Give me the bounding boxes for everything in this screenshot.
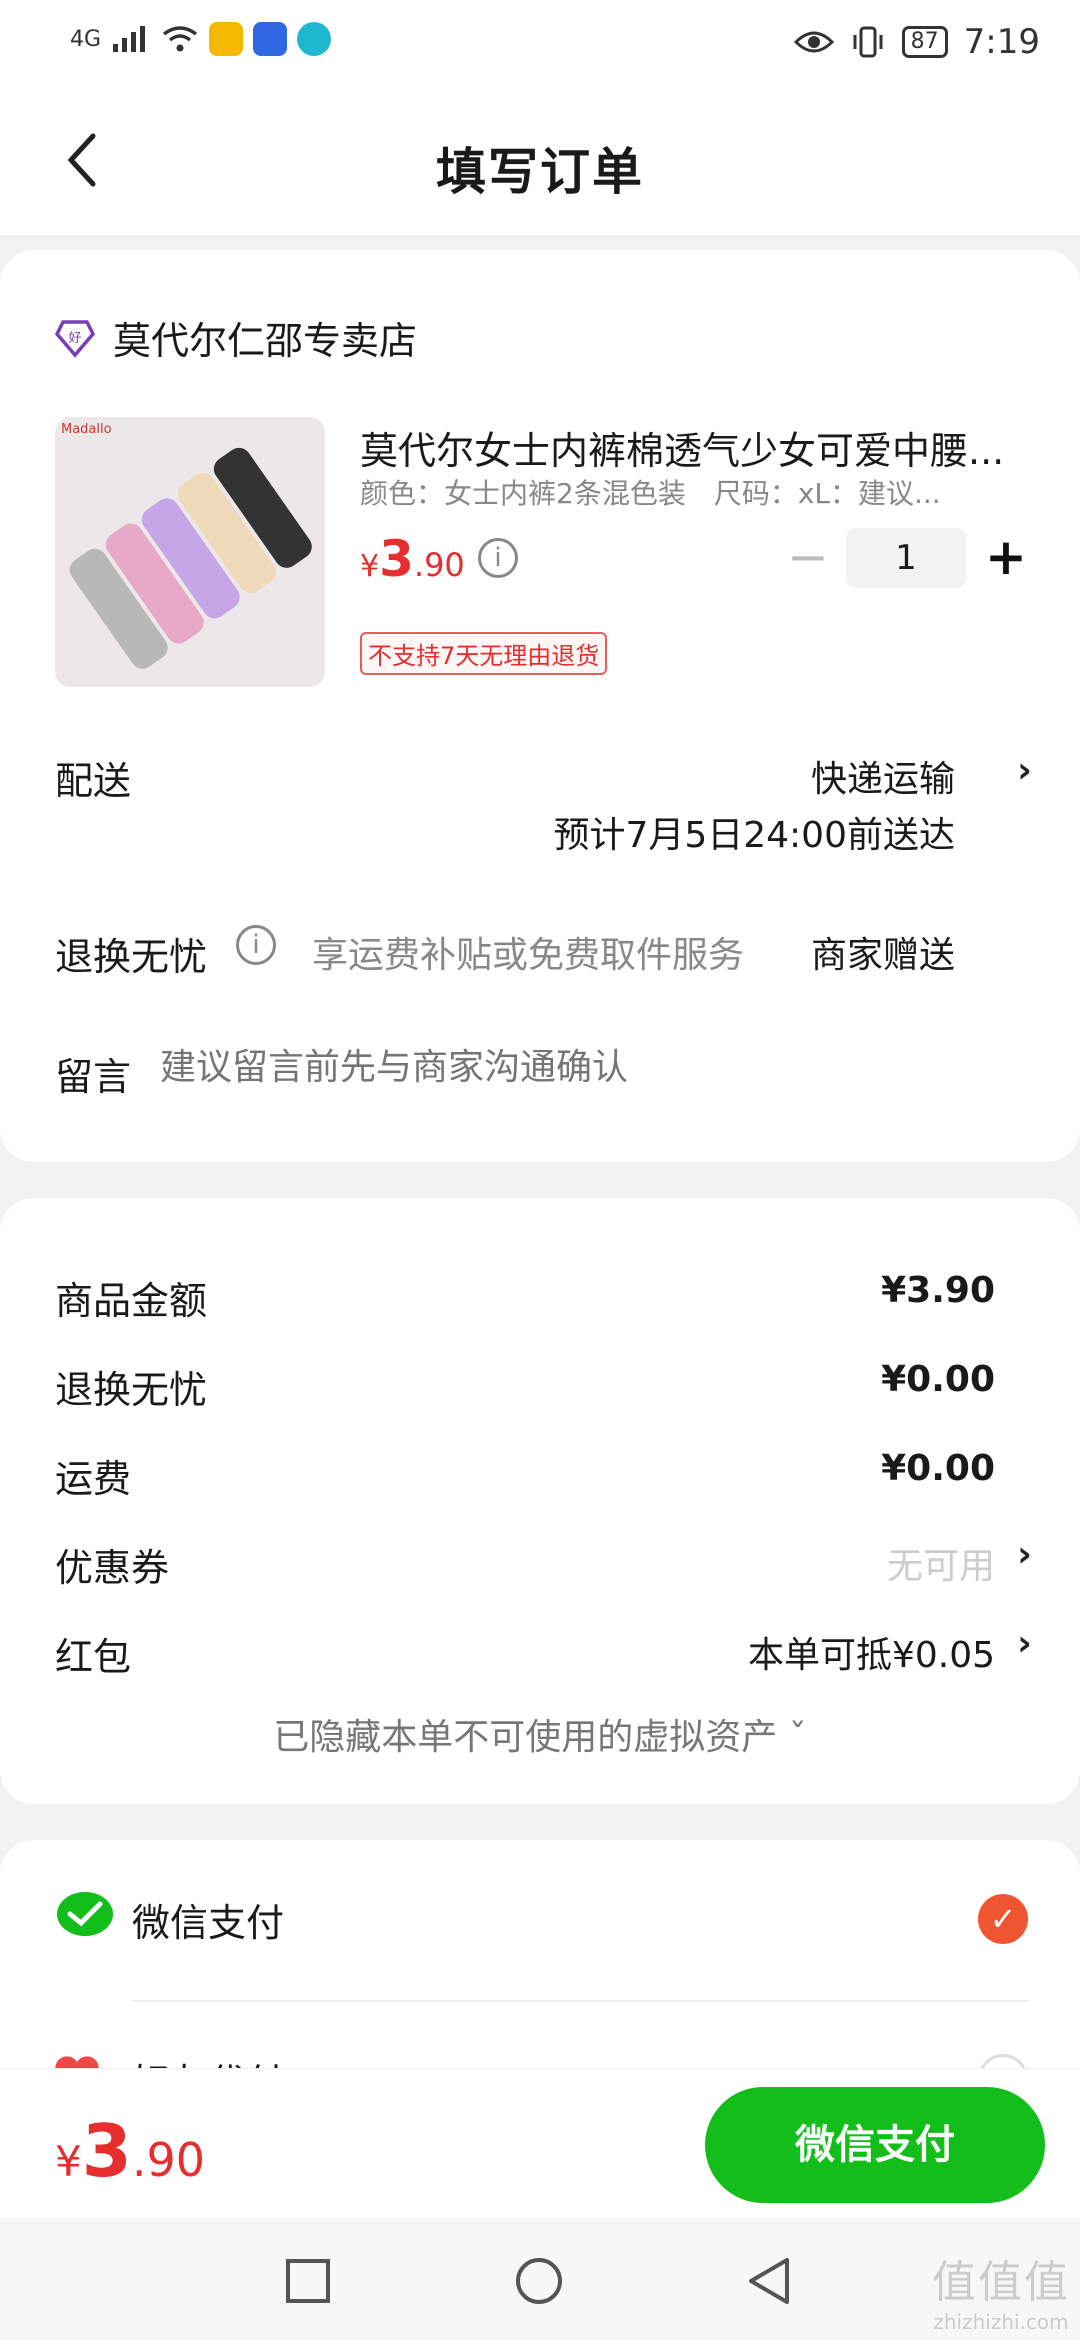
wechat-pay-icon [57, 1892, 113, 1936]
total-currency: ¥ [55, 2137, 82, 2186]
shop-badge-icon: 好 [55, 319, 95, 358]
delivery-chevron-icon[interactable]: › [1017, 750, 1032, 791]
coupon-label[interactable]: 优惠券 [55, 1537, 169, 1592]
battery-indicator: 87 [901, 26, 948, 58]
red-packet-value[interactable]: 本单可抵¥0.05 [748, 1626, 995, 1678]
page-title: 填写订单 [436, 143, 644, 201]
no-return-tag: 不支持7天无理由退货 [360, 632, 608, 675]
wechat-pay-option[interactable]: 微信支付 [132, 1892, 284, 1947]
weibo-icon [209, 22, 244, 56]
svg-text:好: 好 [68, 331, 81, 346]
baidu-icon [253, 22, 288, 56]
watermark-domain: zhizhizhi.com [933, 2310, 1069, 2334]
browser-icon [297, 22, 332, 56]
return-fee-value: ¥0.00 [881, 1359, 995, 1400]
goods-amount-label: 商品金额 [55, 1279, 208, 1323]
clock: 7:19 [963, 22, 1040, 62]
message-label: 留言 [55, 1055, 132, 1099]
message-input[interactable] [160, 1046, 980, 1088]
coupon-chevron-icon[interactable]: › [1017, 1534, 1032, 1575]
total-decimal: .90 [131, 2133, 205, 2187]
return-fee-label: 退换无忧 [55, 1368, 208, 1412]
delivery-label: 配送 [55, 759, 132, 803]
home-icon[interactable] [514, 2256, 564, 2306]
product-photo: Madallo [55, 417, 325, 687]
order-card: 好 莫代尔仁邵专卖店 Madallo 莫代尔女士内裤棉透气少女可爱中腰... 颜… [0, 250, 1080, 1162]
total-integer: 3 [81, 2109, 132, 2193]
status-bar: 4G 87 7:19 [0, 0, 1080, 90]
order-total: ¥ 3 .90 [55, 2109, 205, 2193]
network-label: 4G [70, 26, 102, 52]
return-service-label: 退换无忧 [55, 935, 208, 979]
shop-name: 莫代尔仁邵专卖店 [113, 319, 418, 363]
delivery-estimate: 预计7月5日24:00前送达 [553, 815, 955, 856]
red-packet-chevron-icon[interactable]: › [1017, 1623, 1032, 1664]
payment-card: 微信支付 ✓ 好友代付 [0, 1840, 1080, 2105]
product-image[interactable]: Madallo [55, 417, 325, 687]
quantity-decrease-button[interactable]: − [780, 532, 836, 588]
eye-icon [793, 31, 834, 53]
brand-watermark: Madallo [61, 422, 112, 437]
site-watermark: 值值值 zhizhizhi.com [932, 2246, 1070, 2334]
shipping-fee-value: ¥0.00 [881, 1448, 995, 1489]
coupon-value[interactable]: 无可用 [887, 1537, 995, 1589]
recent-apps-icon[interactable] [283, 2256, 333, 2306]
wechat-pay-button[interactable]: 微信支付 [705, 2087, 1045, 2203]
payment-divider [132, 2000, 1028, 2002]
back-icon[interactable] [745, 2256, 795, 2306]
status-right: 87 7:19 [793, 22, 1040, 62]
hidden-assets-toggle[interactable]: 已隐藏本单不可使用的虚拟资产 ˇ [0, 1708, 1080, 1760]
wifi-icon [162, 26, 198, 52]
checkout-bar: ¥ 3 .90 微信支付 [0, 2068, 1080, 2218]
product-title[interactable]: 莫代尔女士内裤棉透气少女可爱中腰... [360, 420, 1030, 475]
summary-card: 商品金额 ¥3.90 退换无忧 ¥0.00 运费 ¥0.00 优惠券 无可用 ›… [0, 1198, 1080, 1804]
delivery-method[interactable]: 快递运输 [811, 750, 955, 802]
shop-header[interactable]: 好 莫代尔仁邵专卖店 [55, 310, 417, 365]
return-service-value: 商家赠送 [810, 935, 955, 976]
product-price: ¥ 3 .90 [360, 530, 465, 588]
product-spec[interactable]: 颜色：女士内裤2条混色装 尺码：xL：建议... [360, 472, 970, 512]
return-service-description: 享运费补贴或免费取件服务 [312, 935, 745, 976]
price-decimal: .90 [413, 546, 465, 584]
status-left: 4G [70, 22, 332, 56]
return-info-icon[interactable]: i [236, 925, 276, 965]
quantity-value[interactable]: 1 [846, 528, 966, 588]
nav-header: 填写订单 [0, 90, 1080, 235]
shipping-fee-label: 运费 [55, 1457, 132, 1501]
system-nav-bar: 值值值 zhizhizhi.com [0, 2218, 1080, 2340]
red-packet-label[interactable]: 红包 [55, 1626, 131, 1681]
price-info-icon[interactable]: i [478, 538, 518, 578]
goods-amount-value: ¥3.90 [881, 1270, 995, 1311]
price-currency: ¥ [360, 549, 380, 584]
vibrate-icon [853, 26, 883, 58]
signal-icon [113, 26, 146, 52]
quantity-increase-button[interactable]: + [978, 532, 1034, 588]
selected-check-icon[interactable]: ✓ [978, 1894, 1028, 1944]
watermark-logo: 值值值 [932, 2257, 1070, 2308]
price-integer: 3 [379, 530, 414, 588]
